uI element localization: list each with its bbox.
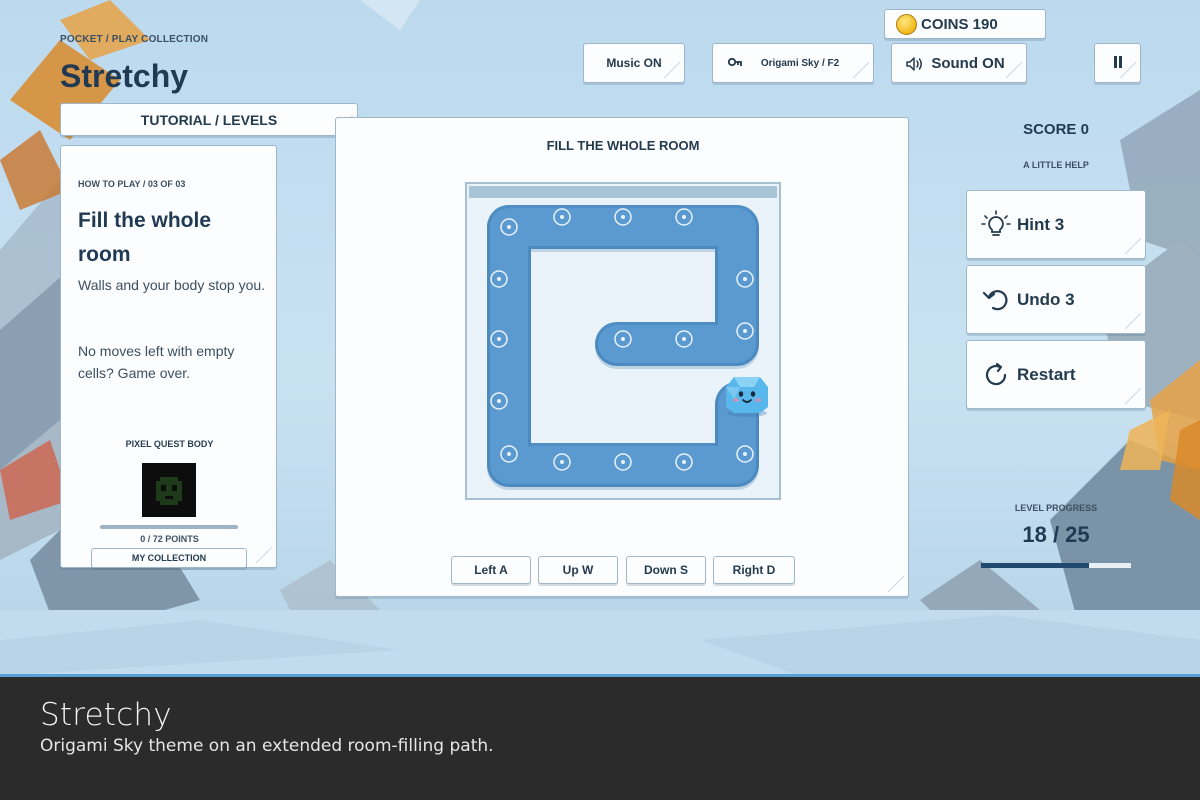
undo-label: Undo 3 xyxy=(1017,289,1075,309)
how-to-play-text: Walls and your body stop you. xyxy=(78,277,266,293)
level-progress-fill xyxy=(981,563,1089,568)
move-down-button[interactable]: Down S xyxy=(626,556,706,584)
how-to-play-breadcrumb: HOW TO PLAY / 03 OF 03 xyxy=(78,179,186,189)
level-progress-text: 18 / 25 xyxy=(1022,522,1090,547)
restart-label: Restart xyxy=(1017,364,1076,384)
coins-counter: COINS 190 xyxy=(884,9,1046,39)
player-head-icon xyxy=(724,373,770,417)
hint-button[interactable]: Hint 3 xyxy=(966,190,1146,259)
caption-bar: Stretchy Origami Sky theme on an extende… xyxy=(0,677,1200,800)
caption-subtitle: Origami Sky theme on an extended room-fi… xyxy=(40,736,494,756)
theme-label: Origami Sky / F2 xyxy=(760,57,840,69)
how-to-play-title: Fill the whole room xyxy=(78,209,212,266)
my-collection-button[interactable]: MY COLLECTION xyxy=(91,548,247,568)
speaker-icon xyxy=(906,57,924,75)
restart-button[interactable]: Restart xyxy=(966,340,1146,409)
music-toggle-button[interactable]: Music ON xyxy=(583,43,685,83)
theme-select-button[interactable]: Origami Sky / F2 xyxy=(712,43,874,83)
game-room[interactable] xyxy=(465,182,781,500)
board-title: FILL THE WHOLE ROOM xyxy=(546,138,700,153)
points-text: 0 / 72 POINTS xyxy=(140,534,199,544)
hint-label: Hint 3 xyxy=(1017,214,1065,234)
restart-icon xyxy=(981,360,1011,390)
move-left-button[interactable]: Left A xyxy=(451,556,531,584)
undo-button[interactable]: Undo 3 xyxy=(966,265,1146,334)
key-icon xyxy=(727,57,742,72)
pause-icon xyxy=(1113,55,1123,71)
pause-button[interactable] xyxy=(1094,43,1141,83)
score-display: SCORE 0 xyxy=(1023,121,1089,138)
game-board-panel: FILL THE WHOLE ROOM Left A Up W Down S R… xyxy=(335,117,909,597)
lightbulb-icon xyxy=(981,210,1011,240)
pixel-quest-body-avatar xyxy=(142,463,196,517)
level-progress-label: LEVEL PROGRESS xyxy=(1014,503,1098,513)
level-progress-bar xyxy=(981,563,1131,568)
body-label: PIXEL QUEST BODY xyxy=(125,439,214,449)
undo-icon xyxy=(981,285,1011,315)
coin-icon xyxy=(896,14,917,35)
caption-title: Stretchy xyxy=(40,697,172,733)
sound-label: Sound ON xyxy=(931,54,1005,72)
how-to-play-panel: HOW TO PLAY / 03 OF 03 Fill the whole ro… xyxy=(60,145,277,568)
page-title: Stretchy xyxy=(60,58,189,94)
help-label: A LITTLE HELP xyxy=(1023,160,1089,170)
coins-label: COINS 190 xyxy=(921,15,998,33)
move-right-button[interactable]: Right D xyxy=(713,556,795,584)
move-up-button[interactable]: Up W xyxy=(538,556,618,584)
points-progress-bar xyxy=(100,525,238,529)
how-to-play-text: No moves left with empty cells? Game ove… xyxy=(78,343,235,381)
sound-toggle-button[interactable]: Sound ON xyxy=(891,43,1027,83)
breadcrumb: POCKET / PLAY COLLECTION xyxy=(60,34,209,45)
tab-tutorial-levels[interactable]: TUTORIAL / LEVELS xyxy=(60,103,358,136)
